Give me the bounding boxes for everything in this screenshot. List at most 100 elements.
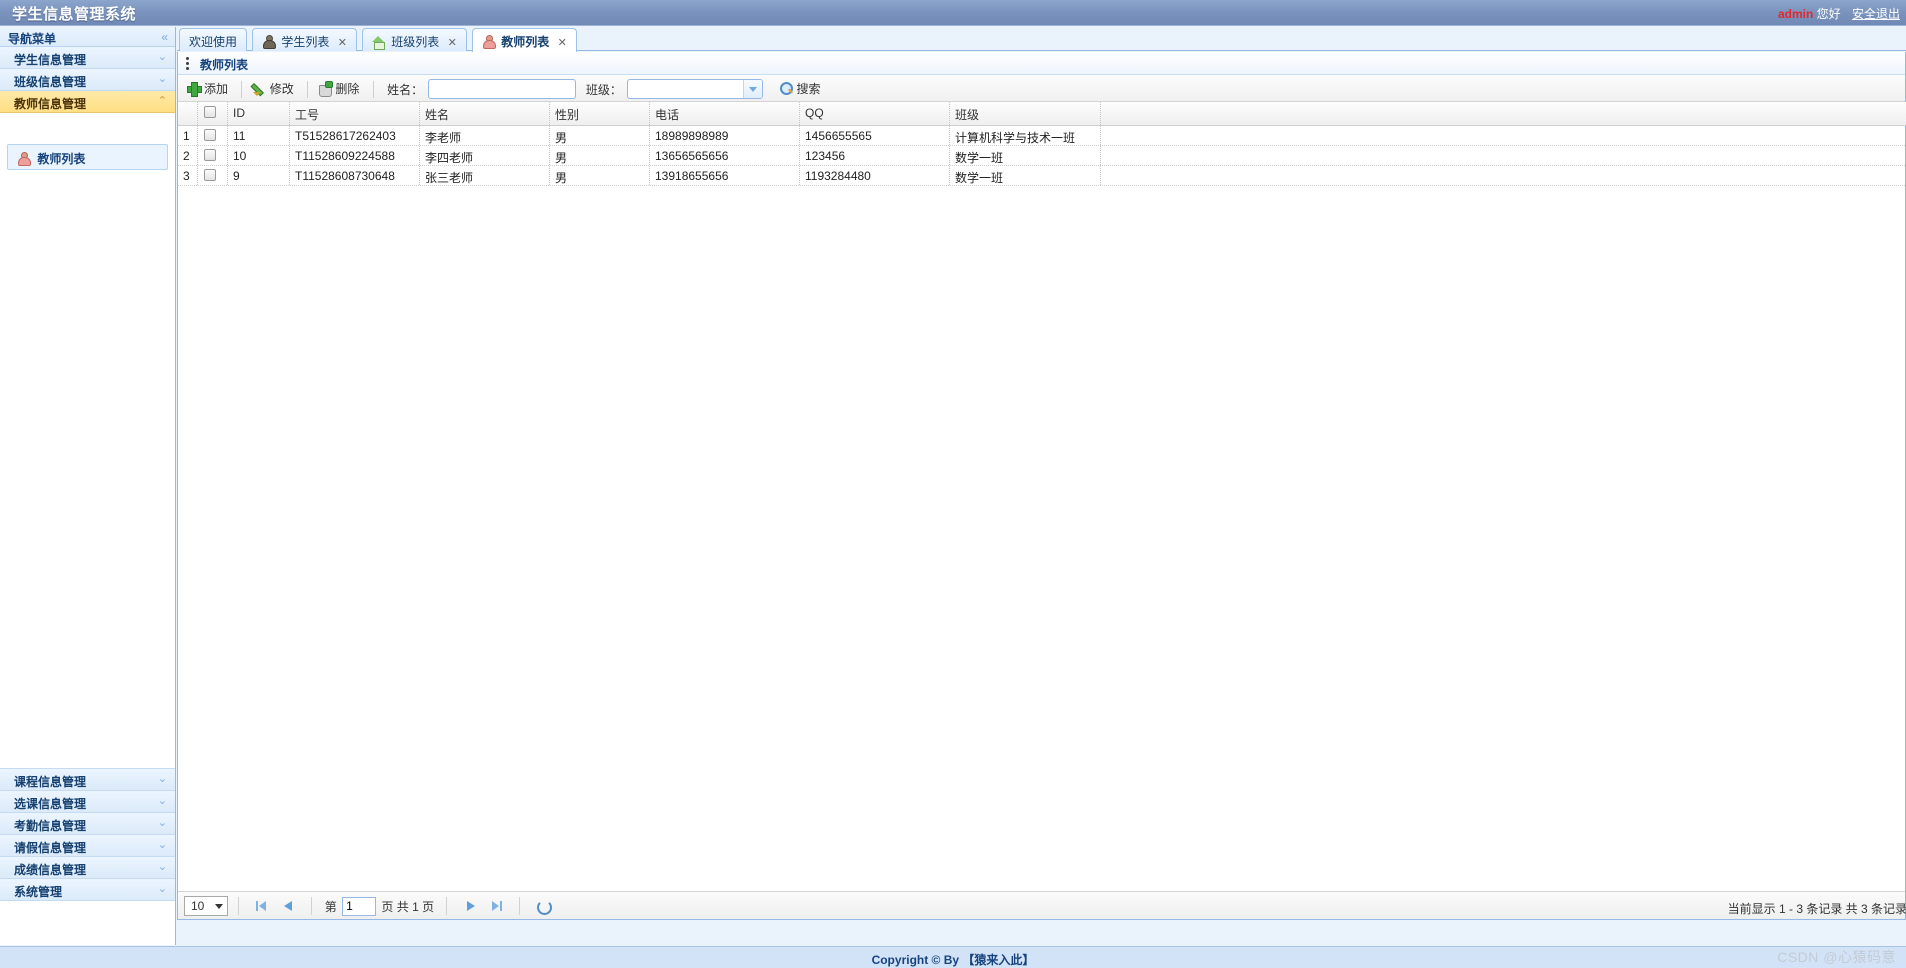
page-prefix-label: 第 xyxy=(325,898,337,915)
add-button[interactable]: 添加 xyxy=(184,79,234,99)
panel-title: 教师列表 xyxy=(200,58,248,72)
collapse-sidebar-icon[interactable]: « xyxy=(161,30,168,44)
close-icon[interactable]: ✕ xyxy=(338,37,347,49)
sidebar-item-label: 系统管理 xyxy=(14,885,62,899)
column-header-id[interactable]: ID xyxy=(228,102,290,125)
tab-label: 欢迎使用 xyxy=(189,35,237,49)
greeting-label: 您好 xyxy=(1817,7,1841,21)
table-row[interactable]: 1 11 T51528617262403 李老师 男 18989898989 1… xyxy=(178,126,1906,146)
grid-header-row: ID 工号 姓名 性别 电话 QQ 班级 xyxy=(178,102,1906,126)
chevron-down-icon: ⌄ xyxy=(158,795,167,808)
sidebar-item-system-management[interactable]: 系统管理 ⌄ xyxy=(0,879,175,901)
toolbar-divider xyxy=(373,81,374,98)
tab-teacher-list[interactable]: 教师列表 ✕ xyxy=(472,28,577,52)
column-header-name[interactable]: 姓名 xyxy=(420,102,550,125)
tab-class-list[interactable]: 班级列表 ✕ xyxy=(362,28,467,51)
plus-icon xyxy=(186,81,201,96)
cell-id: 9 xyxy=(228,166,290,185)
sidebar-header: 导航菜单 « xyxy=(0,27,175,47)
sidebar-item-label: 考勤信息管理 xyxy=(14,819,86,833)
prev-page-button[interactable] xyxy=(280,897,298,915)
cell-qq: 1193284480 xyxy=(800,166,950,185)
teacher-data-grid: ID 工号 姓名 性别 电话 QQ 班级 1 11 T5152861726240… xyxy=(178,102,1905,882)
column-header-gender[interactable]: 性别 xyxy=(550,102,650,125)
last-page-button[interactable] xyxy=(488,897,506,915)
drag-handle-icon[interactable] xyxy=(186,57,189,70)
student-icon xyxy=(262,35,275,48)
chevron-down-icon[interactable] xyxy=(743,80,762,98)
cell-name: 李四老师 xyxy=(420,146,550,165)
sidebar-item-course-info[interactable]: 课程信息管理 ⌄ xyxy=(0,769,175,791)
pager-divider xyxy=(446,897,447,915)
name-search-input[interactable] xyxy=(428,79,576,99)
chevron-down-icon: ⌄ xyxy=(158,773,167,786)
sidebar-item-teacher-info[interactable]: 教师信息管理 ⌃ xyxy=(0,91,175,113)
trash-icon xyxy=(317,81,332,96)
tab-label: 教师列表 xyxy=(501,35,549,49)
table-row[interactable]: 3 9 T11528608730648 张三老师 男 13918655656 1… xyxy=(178,166,1906,186)
sidebar-item-class-info[interactable]: 班级信息管理 ⌄ xyxy=(0,69,175,91)
pencil-icon xyxy=(252,81,267,96)
cell-name: 张三老师 xyxy=(420,166,550,185)
record-count-status: 当前显示 1 - 3 条记录 共 3 条记录 xyxy=(1728,900,1906,917)
sidebar-subitem-teacher-list[interactable]: 教师列表 xyxy=(7,144,168,170)
sidebar-item-label: 课程信息管理 xyxy=(14,775,86,789)
username-label: admin xyxy=(1778,7,1813,21)
cell-class: 数学一班 xyxy=(950,146,1101,165)
app-header: 学生信息管理系统 admin 您好 安全退出 xyxy=(0,0,1906,26)
sidebar-item-attendance-info[interactable]: 考勤信息管理 ⌄ xyxy=(0,813,175,835)
cell-gender: 男 xyxy=(550,126,650,145)
teacher-icon xyxy=(482,35,495,48)
tab-student-list[interactable]: 学生列表 ✕ xyxy=(252,28,357,51)
edit-button-label: 修改 xyxy=(270,82,294,96)
class-select-dropdown[interactable] xyxy=(627,79,763,99)
sidebar-item-score-info[interactable]: 成绩信息管理 ⌄ xyxy=(0,857,175,879)
tab-welcome[interactable]: 欢迎使用 xyxy=(179,28,247,51)
column-header-phone[interactable]: 电话 xyxy=(650,102,800,125)
teacher-icon xyxy=(17,152,30,165)
rows-per-page-select[interactable]: 10 xyxy=(184,896,228,916)
row-checkbox[interactable] xyxy=(204,169,216,181)
header-user-area: admin 您好 安全退出 xyxy=(1778,5,1900,22)
app-title: 学生信息管理系统 xyxy=(12,3,136,24)
sidebar-item-label: 学生信息管理 xyxy=(14,53,86,67)
add-button-label: 添加 xyxy=(204,82,228,96)
next-page-button[interactable] xyxy=(461,897,479,915)
logout-link[interactable]: 安全退出 xyxy=(1852,7,1900,21)
first-page-button[interactable] xyxy=(253,897,271,915)
toolbar-divider xyxy=(241,81,242,98)
column-header-workno[interactable]: 工号 xyxy=(290,102,420,125)
row-number: 1 xyxy=(178,126,198,145)
column-header-class[interactable]: 班级 xyxy=(950,102,1101,125)
sidebar-item-course-selection-info[interactable]: 选课信息管理 ⌄ xyxy=(0,791,175,813)
column-header-qq[interactable]: QQ xyxy=(800,102,950,125)
page-number-input[interactable] xyxy=(342,897,376,916)
delete-button[interactable]: 删除 xyxy=(315,79,365,99)
close-icon[interactable]: ✕ xyxy=(558,37,567,49)
refresh-button[interactable] xyxy=(534,897,552,915)
search-button[interactable]: 搜索 xyxy=(777,79,827,99)
sidebar-item-label: 班级信息管理 xyxy=(14,75,86,89)
cell-phone: 13656565656 xyxy=(650,146,800,165)
sidebar-item-student-info[interactable]: 学生信息管理 ⌄ xyxy=(0,47,175,69)
class-select-value xyxy=(628,80,762,98)
sidebar: 导航菜单 « 学生信息管理 ⌄ 班级信息管理 ⌄ 教师信息管理 ⌃ 教师列表 课… xyxy=(0,27,176,945)
pagination-bar: 10 第 页 共 1 页 当前显示 1 - 3 条记录 共 3 条记录 xyxy=(178,891,1905,919)
select-all-checkbox[interactable] xyxy=(204,106,216,118)
row-number: 3 xyxy=(178,166,198,185)
edit-button[interactable]: 修改 xyxy=(250,79,300,99)
row-checkbox[interactable] xyxy=(204,149,216,161)
sidebar-item-label: 成绩信息管理 xyxy=(14,863,86,877)
tab-bar: 欢迎使用 学生列表 ✕ 班级列表 ✕ 教师列表 ✕ xyxy=(177,27,1906,51)
table-row[interactable]: 2 10 T11528609224588 李四老师 男 13656565656 … xyxy=(178,146,1906,166)
sidebar-submenu-panel: 教师列表 xyxy=(0,136,175,769)
chevron-down-icon: ⌄ xyxy=(158,839,167,852)
close-icon[interactable]: ✕ xyxy=(448,37,457,49)
sidebar-item-leave-info[interactable]: 请假信息管理 ⌄ xyxy=(0,835,175,857)
row-select-cell xyxy=(198,166,228,185)
cell-gender: 男 xyxy=(550,166,650,185)
row-number: 2 xyxy=(178,146,198,165)
row-number-header xyxy=(178,102,198,125)
cell-qq: 123456 xyxy=(800,146,950,165)
row-checkbox[interactable] xyxy=(204,129,216,141)
